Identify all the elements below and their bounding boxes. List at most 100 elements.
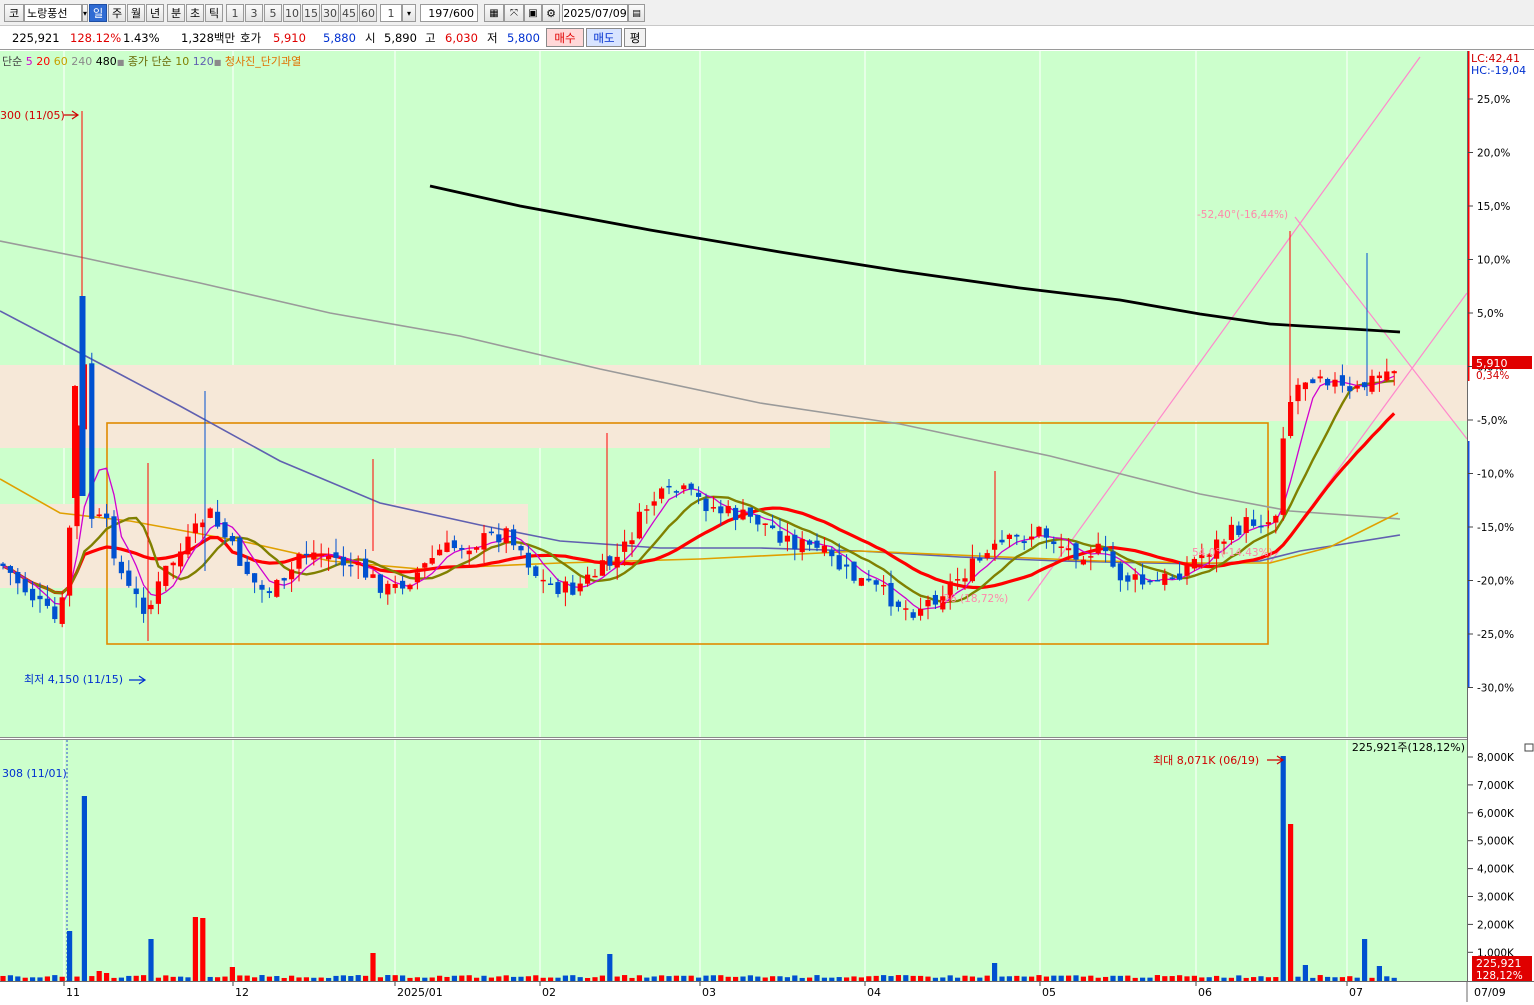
open-label: 시 [365, 31, 376, 45]
candle-body [1140, 574, 1146, 585]
stock-dropdown-button[interactable]: ▾ [82, 4, 88, 22]
candle-body [555, 582, 561, 594]
right-scale-svg: LC:42,41 HC:-19,04 25,0%20,0%15,0%10,0%5… [1466, 51, 1534, 982]
period-minute-tab[interactable]: 분 [167, 4, 185, 22]
interval-15-button[interactable]: 15 [302, 4, 320, 22]
interval-10-button[interactable]: 10 [283, 4, 301, 22]
candle-body [266, 591, 272, 594]
volume-chart[interactable]: 308 (11/01) 최대 8,071K (06/19) 225,921주(1… [0, 740, 1467, 981]
candle-body [858, 578, 864, 586]
gear-icon[interactable]: ⚙ [542, 4, 560, 22]
interval-5-button[interactable]: 5 [264, 4, 282, 22]
candle-body [644, 509, 650, 511]
interval-45-button[interactable]: 45 [340, 4, 358, 22]
candle-body [814, 540, 820, 548]
price-chart[interactable]: 300 (11/05) 최저 4,150 (11/15) -52,40°(-16… [0, 51, 1467, 737]
unit-dropdown-button[interactable]: ▾ [402, 4, 416, 22]
period-year-tab[interactable]: 년 [146, 4, 164, 22]
volume-bar [1302, 965, 1308, 981]
market-code-button[interactable]: 코 [4, 4, 24, 22]
candle-body [333, 552, 339, 558]
candle-body [363, 558, 369, 578]
candle-body [274, 580, 280, 597]
date-tick-label: 12 [235, 986, 249, 999]
candle-body [525, 552, 531, 568]
buy-button[interactable]: 매수 [546, 28, 584, 47]
period-tick-tab[interactable]: 틱 [205, 4, 223, 22]
evaluation-button[interactable]: 평 [624, 28, 646, 47]
interval-1-button[interactable]: 1 [226, 4, 244, 22]
interval-60-button[interactable]: 60 [359, 4, 377, 22]
right-price-scale[interactable]: LC:42,41 HC:-19,04 25,0% 20,0% 15,0% 10,0% 5… [1466, 51, 1534, 982]
period-second-tab[interactable]: 초 [186, 4, 204, 22]
candle-body [252, 573, 258, 583]
candle-body [851, 561, 857, 581]
data-count-field[interactable]: 197/600 [420, 4, 478, 22]
date-tick-label: 05 [1042, 986, 1056, 999]
candle-body [1088, 556, 1094, 558]
candle-body [37, 595, 43, 600]
candle-body [1258, 525, 1264, 528]
candle-body [503, 528, 509, 544]
unit-value-field[interactable]: 1 [380, 4, 402, 22]
candle-body [659, 488, 665, 499]
volume-tick-label: 3,000K [1477, 892, 1515, 904]
close-ma120-label: 120 [192, 55, 214, 68]
candle-body [30, 588, 36, 601]
stock-name-field[interactable]: 노랑풍선 [24, 4, 82, 22]
candle-settings-icon[interactable]: ▦ [484, 4, 504, 22]
period-month-tab[interactable]: 월 [127, 4, 145, 22]
period-day-tab[interactable]: 일 [89, 4, 107, 22]
price-tick-label: -25,0% [1477, 629, 1514, 641]
date-field[interactable]: 2025/07/09 [562, 4, 628, 22]
save-icon[interactable]: ▣ [524, 4, 542, 22]
ma-label: 단순 [2, 55, 23, 68]
candle-body [725, 505, 731, 514]
candle-body [821, 545, 827, 553]
candle-body [1302, 382, 1308, 390]
candle-body [607, 556, 613, 566]
interval-30-button[interactable]: 30 [321, 4, 339, 22]
candle-body [355, 562, 361, 566]
candle-body [296, 553, 302, 569]
candle-body [207, 508, 213, 518]
volume-tick-label: 4,000K [1477, 864, 1515, 876]
candle-body [89, 363, 95, 519]
candle-body [703, 498, 709, 512]
candle-body [370, 574, 376, 578]
price-tick-label: 15,0% [1477, 201, 1510, 213]
volume-bar [148, 939, 154, 981]
candle-body [259, 584, 265, 590]
volume-ratio-value: 128.12% [70, 31, 122, 45]
candle-body [244, 561, 250, 575]
date-tick-label: 11 [66, 986, 80, 999]
candle-body [873, 580, 879, 585]
calendar-icon[interactable]: ▤ [628, 4, 645, 22]
volume-value: 225,921 [12, 31, 60, 45]
candle-body [1332, 379, 1338, 387]
candle-body [340, 556, 346, 566]
date-tick-label: 2025/01 [397, 986, 443, 999]
candle-body [1184, 564, 1190, 576]
period-week-tab[interactable]: 주 [108, 4, 126, 22]
volume-panel-maximize-icon[interactable] [1524, 743, 1534, 752]
candle-body [518, 545, 524, 551]
candle-body [969, 558, 975, 582]
ma20-label: 20 [36, 55, 51, 68]
candle-body [385, 583, 391, 595]
candle-body [799, 539, 805, 553]
candle-body [237, 537, 243, 566]
candle-body [651, 501, 657, 506]
date-axis[interactable]: 11 12 2025/01 02 03 04 05 06 07 07/09 [0, 981, 1534, 1002]
candle-body [762, 523, 768, 525]
candle-body [955, 579, 961, 581]
candle-body [1243, 517, 1249, 533]
candle-body [1362, 382, 1368, 388]
volume-tick-label: 5,000K [1477, 836, 1515, 848]
high-marker-label: 300 (11/05) [0, 109, 65, 122]
interval-3-button[interactable]: 3 [245, 4, 263, 22]
sell-button[interactable]: 매도 [586, 28, 622, 47]
candle-body [1051, 541, 1057, 545]
candle-body [22, 579, 28, 593]
indicator-icon[interactable]: ⤧ [504, 4, 524, 22]
